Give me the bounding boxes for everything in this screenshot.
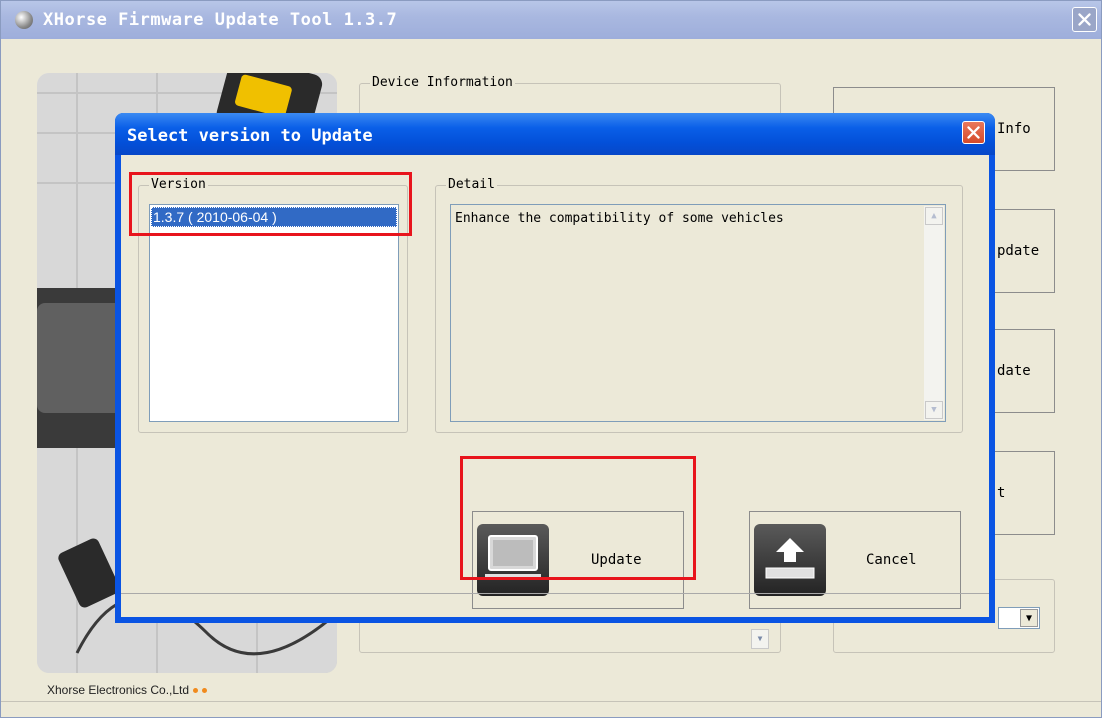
close-icon <box>1078 13 1091 26</box>
dialog-close-button[interactable] <box>962 121 985 144</box>
scroll-up-button[interactable]: ▲ <box>925 207 943 225</box>
main-window-title: XHorse Firmware Update Tool 1.3.7 <box>43 10 398 30</box>
dialog-titlebar[interactable]: Select version to Update <box>115 113 995 155</box>
highlight-box-update <box>460 456 696 580</box>
company-label: Xhorse Electronics Co.,Ltd <box>47 683 208 697</box>
cancel-button[interactable]: Cancel <box>749 511 961 609</box>
language-select[interactable]: ▼ <box>998 607 1040 629</box>
version-list[interactable]: 1.3.7 ( 2010-06-04 ) <box>149 204 399 422</box>
status-divider <box>1 701 1101 702</box>
detail-scrollbar[interactable]: ▲ ▼ <box>924 206 944 420</box>
eject-icon <box>754 524 826 596</box>
main-close-button[interactable] <box>1072 7 1097 32</box>
dropdown-arrow-icon[interactable]: ▼ <box>1020 609 1038 627</box>
detail-textbox[interactable]: Enhance the compatibility of some vehicl… <box>450 204 946 422</box>
highlight-box-version <box>129 172 412 236</box>
firmware-update-label: pdate <box>997 243 1040 259</box>
scroll-down-button[interactable]: ▼ <box>751 629 769 649</box>
online-update-label: date <box>997 363 1031 379</box>
device-info-label: Device Information <box>370 75 515 90</box>
cancel-label: Cancel <box>866 552 917 568</box>
detail-group-label: Detail <box>446 177 497 192</box>
scroll-down-button[interactable]: ▼ <box>925 401 943 419</box>
close-icon <box>967 126 980 139</box>
xhorse-logo-icon <box>15 11 33 29</box>
main-titlebar[interactable]: XHorse Firmware Update Tool 1.3.7 <box>1 1 1101 39</box>
detail-text: Enhance the compatibility of some vehicl… <box>455 211 784 226</box>
exit-label: t <box>997 485 1006 501</box>
detail-group: Detail Enhance the compatibility of some… <box>435 177 963 433</box>
dialog-status-divider <box>121 593 989 594</box>
read-info-label: Info <box>997 121 1031 137</box>
dialog-title: Select version to Update <box>127 126 373 146</box>
